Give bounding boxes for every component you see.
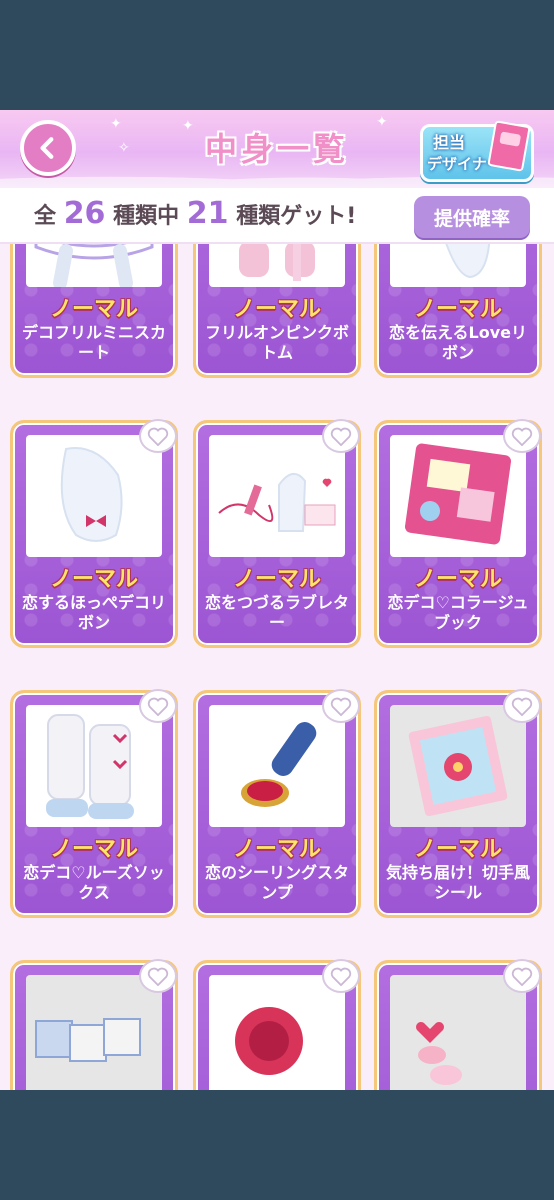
item-image-sticker xyxy=(390,705,526,827)
designer-book-icon xyxy=(487,120,531,172)
heart-icon xyxy=(147,427,169,446)
item-image-bottom xyxy=(209,244,345,287)
item-card[interactable]: ノーマル 恋デコ♡ルーズソックス xyxy=(10,689,178,918)
item-name: 気持ち届け！切手風シール xyxy=(385,863,530,902)
item-card[interactable]: ノーマル 恋のシーリングスタンプ xyxy=(193,689,361,918)
item-image-skirt xyxy=(26,244,162,287)
item-rarity: ノーマル xyxy=(232,297,321,322)
item-rarity: ノーマル xyxy=(232,567,321,592)
item-name: 恋のシーリングスタンプ xyxy=(204,863,349,902)
item-image-letter xyxy=(209,435,345,557)
item-image-hearts xyxy=(390,975,526,1090)
item-card[interactable]: ノーマル 恋をつづるラブレター xyxy=(193,419,361,648)
item-card[interactable] xyxy=(10,959,178,1090)
item-image-ribbon xyxy=(390,244,526,287)
heart-icon xyxy=(147,967,169,986)
favorite-heart-button[interactable] xyxy=(139,419,177,453)
item-image-socks xyxy=(26,705,162,827)
summary-bar: 全 26 種類中 21 種類ゲット! 提供確率 xyxy=(0,188,554,244)
item-name: 恋デコ♡コラージュブック xyxy=(387,593,529,632)
item-rarity: ノーマル xyxy=(413,297,502,322)
favorite-heart-button[interactable] xyxy=(503,959,541,993)
item-image-love xyxy=(26,975,162,1090)
item-name: フリルオンピンクボトム xyxy=(204,323,349,362)
total-count: 26 xyxy=(63,196,106,231)
item-card[interactable]: ノーマル 気持ち届け！切手風シール xyxy=(374,689,542,918)
header: ✦ ✦ ✦ ✧ 中身一覧 担当 デザイナー xyxy=(0,110,554,188)
item-image-rose xyxy=(209,975,345,1090)
owned-count: 21 xyxy=(186,196,229,231)
item-image-stamp xyxy=(209,705,345,827)
heart-icon xyxy=(147,697,169,716)
item-rarity: ノーマル xyxy=(413,567,502,592)
drop-rate-button[interactable]: 提供確率 xyxy=(414,196,530,238)
bottom-system-bar xyxy=(0,1090,554,1200)
heart-icon xyxy=(330,427,352,446)
item-image-book xyxy=(390,435,526,557)
count-middle: 種類中 xyxy=(113,204,180,229)
item-card[interactable]: ノーマル フリルオンピンクボトム xyxy=(193,244,361,378)
favorite-heart-button[interactable] xyxy=(322,959,360,993)
item-card[interactable]: ノーマル 恋を伝えるLoveリボン xyxy=(374,244,542,378)
item-rarity: ノーマル xyxy=(49,297,138,322)
item-card[interactable] xyxy=(374,959,542,1090)
item-name: 恋をつづるラブレター xyxy=(204,593,349,632)
designer-button[interactable]: 担当 デザイナー xyxy=(420,120,534,182)
favorite-heart-button[interactable] xyxy=(322,689,360,723)
designer-label-1: 担当 xyxy=(433,133,466,152)
heart-icon xyxy=(511,697,533,716)
item-name: 恋を伝えるLoveリボン xyxy=(389,323,527,362)
heart-icon xyxy=(330,967,352,986)
collection-count: 全 26 種類中 21 種類ゲット! xyxy=(34,196,356,231)
favorite-heart-button[interactable] xyxy=(139,689,177,723)
favorite-heart-button[interactable] xyxy=(503,419,541,453)
heart-icon xyxy=(330,697,352,716)
app-screen: ✦ ✦ ✦ ✧ 中身一覧 担当 デザイナー 全 26 種類中 21 種類ゲット!… xyxy=(0,110,554,1090)
count-prefix: 全 xyxy=(34,204,57,229)
favorite-heart-button[interactable] xyxy=(503,689,541,723)
favorite-heart-button[interactable] xyxy=(139,959,177,993)
item-card[interactable]: ノーマル 恋するほっぺデコリボン xyxy=(10,419,178,648)
item-grid: ノーマル デコフリルミニスカート ノーマル フリルオンピンクボトム ノーマル 恋… xyxy=(0,244,554,1090)
heart-icon xyxy=(511,427,533,446)
item-card[interactable]: ノーマル 恋デコ♡コラージュブック xyxy=(374,419,542,648)
item-rarity: ノーマル xyxy=(413,837,502,862)
count-suffix: 種類ゲット! xyxy=(236,204,357,229)
item-rarity: ノーマル xyxy=(232,837,321,862)
favorite-heart-button[interactable] xyxy=(322,419,360,453)
item-name: 恋するほっぺデコリボン xyxy=(21,593,166,632)
heart-icon xyxy=(511,967,533,986)
item-rarity: ノーマル xyxy=(49,837,138,862)
item-image-cheek xyxy=(26,435,162,557)
item-card[interactable]: ノーマル デコフリルミニスカート xyxy=(10,244,178,378)
item-name: 恋デコ♡ルーズソックス xyxy=(23,863,165,902)
item-name: デコフリルミニスカート xyxy=(21,323,166,362)
item-card[interactable] xyxy=(193,959,361,1090)
item-rarity: ノーマル xyxy=(49,567,138,592)
